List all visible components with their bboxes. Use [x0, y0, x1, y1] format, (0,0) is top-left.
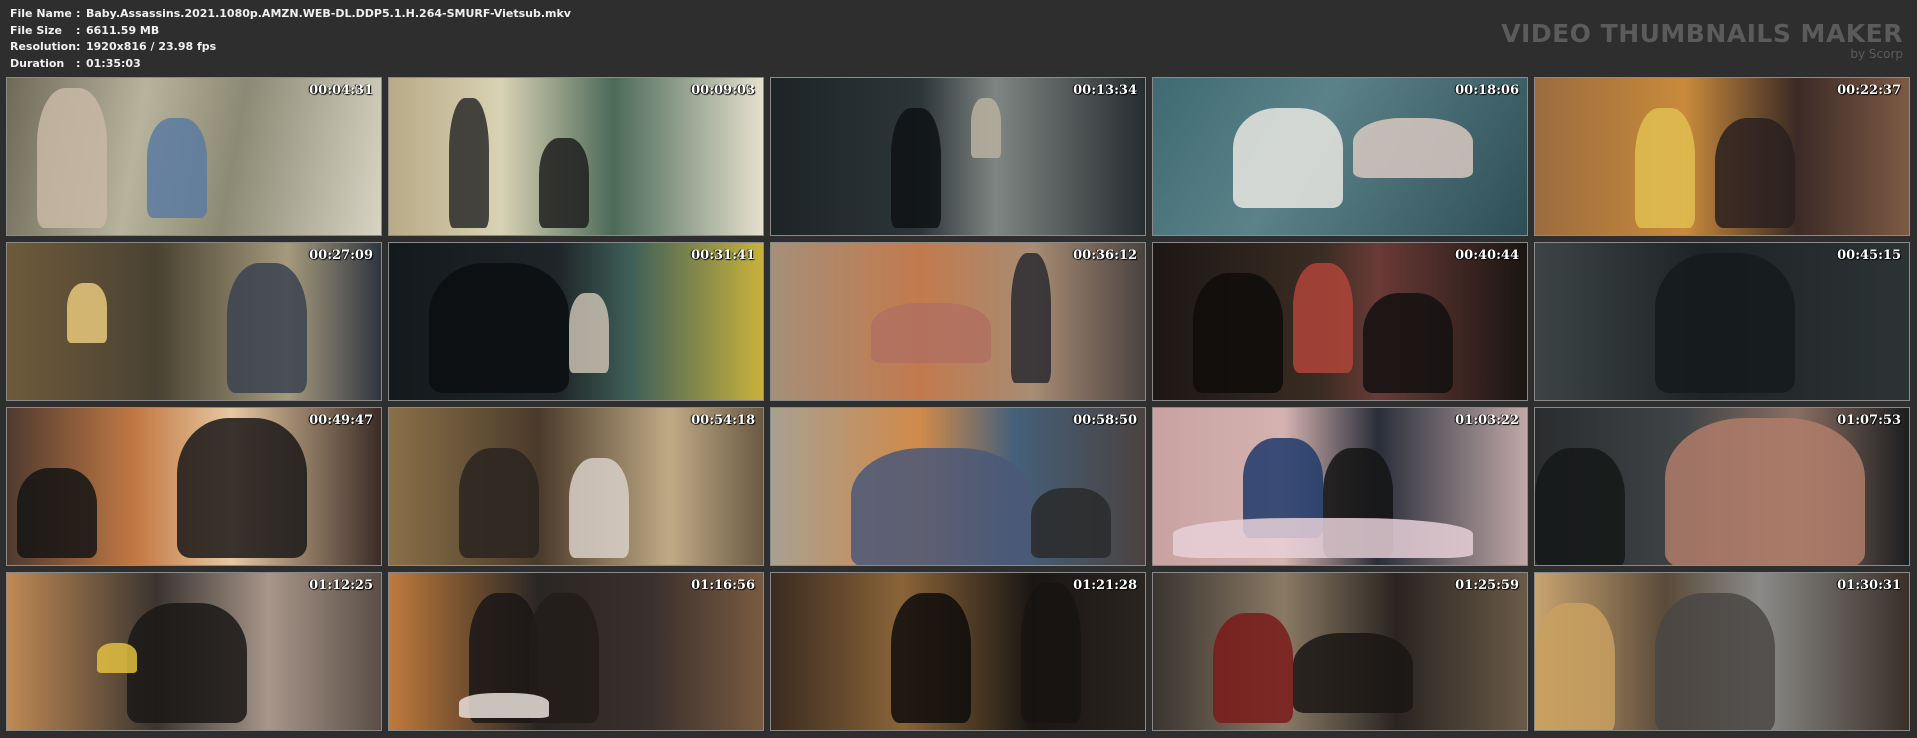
file-size-row: File Size : 6611.59 MB: [10, 23, 571, 40]
brand-subtitle: by Scorp: [1850, 47, 1903, 61]
thumbnail-frame[interactable]: 00:45:15: [1534, 242, 1910, 401]
frame-silhouette: [1535, 603, 1615, 730]
frame-silhouette: [851, 448, 1031, 565]
frame-silhouette: [429, 263, 569, 393]
frame-silhouette: [1715, 118, 1795, 228]
thumbnail-timestamp: 01:03:22: [1455, 413, 1519, 428]
brand-title: VIDEO THUMBNAILS MAKER: [1501, 19, 1903, 48]
thumbnail-frame[interactable]: 00:49:47: [6, 407, 382, 566]
thumbnail-timestamp: 00:22:37: [1837, 83, 1901, 98]
thumbnail-timestamp: 00:36:12: [1073, 248, 1137, 263]
frame-silhouette: [1655, 253, 1795, 393]
duration-value: 01:35:03: [86, 56, 141, 70]
frame-silhouette: [569, 293, 609, 373]
thumbnail-frame[interactable]: 00:40:44: [1152, 242, 1528, 401]
thumbnail-frame[interactable]: 00:13:34: [770, 77, 1146, 236]
thumbnail-frame[interactable]: 00:54:18: [388, 407, 764, 566]
resolution-value: 1920x816 / 23.98 fps: [86, 40, 217, 53]
frame-silhouette: [1031, 488, 1111, 558]
duration-row: Duration : 01:35:03: [10, 56, 571, 73]
thumbnail-frame[interactable]: 00:22:37: [1534, 77, 1910, 236]
thumbnail-frame[interactable]: 01:30:31: [1534, 572, 1910, 731]
thumbnail-timestamp: 01:07:53: [1837, 413, 1901, 428]
thumbnail-timestamp: 01:21:28: [1073, 578, 1137, 593]
resolution-row: Resolution : 1920x816 / 23.98 fps: [10, 39, 571, 56]
frame-silhouette: [147, 118, 207, 218]
frame-silhouette: [1213, 613, 1293, 723]
frame-silhouette: [971, 98, 1001, 158]
thumbnail-timestamp: 00:18:06: [1455, 83, 1519, 98]
thumbnail-timestamp: 00:49:47: [309, 413, 373, 428]
thumbnail-timestamp: 01:12:25: [309, 578, 373, 593]
frame-silhouette: [97, 643, 137, 673]
file-name-value: Baby.Assassins.2021.1080p.AMZN.WEB-DL.DD…: [86, 7, 571, 20]
thumbnail-timestamp: 00:13:34: [1073, 83, 1137, 98]
thumbnail-timestamp: 00:31:41: [691, 248, 755, 263]
thumbnail-frame[interactable]: 01:03:22: [1152, 407, 1528, 566]
file-size-value: 6611.59 MB: [86, 23, 160, 37]
frame-silhouette: [1635, 108, 1695, 228]
thumbnail-timestamp: 01:30:31: [1837, 578, 1901, 593]
frame-silhouette: [1011, 253, 1051, 383]
separator: :: [76, 40, 81, 53]
thumbnail-timestamp: 00:54:18: [691, 413, 755, 428]
thumbnail-frame[interactable]: 00:27:09: [6, 242, 382, 401]
frame-silhouette: [1535, 448, 1625, 565]
frame-silhouette: [1233, 108, 1343, 208]
file-info-panel: File Name : Baby.Assassins.2021.1080p.AM…: [10, 6, 571, 72]
frame-silhouette: [177, 418, 307, 558]
thumbnail-timestamp: 00:58:50: [1073, 413, 1137, 428]
frame-silhouette: [449, 98, 489, 228]
thumbnail-frame[interactable]: 00:09:03: [388, 77, 764, 236]
frame-silhouette: [539, 138, 589, 228]
thumbnail-frame[interactable]: 01:16:56: [388, 572, 764, 731]
frame-silhouette: [1021, 583, 1081, 723]
thumbnail-timestamp: 01:25:59: [1455, 578, 1519, 593]
separator: :: [76, 23, 81, 37]
file-size-label: File Size: [10, 23, 62, 37]
frame-silhouette: [891, 108, 941, 228]
file-name-row: File Name : Baby.Assassins.2021.1080p.AM…: [10, 6, 571, 23]
frame-silhouette: [1293, 633, 1413, 713]
thumbnail-frame[interactable]: 00:04:31: [6, 77, 382, 236]
thumbnail-frame[interactable]: 00:18:06: [1152, 77, 1528, 236]
frame-silhouette: [1293, 263, 1353, 373]
thumbnail-frame[interactable]: 01:12:25: [6, 572, 382, 731]
frame-silhouette: [67, 283, 107, 343]
duration-label: Duration: [10, 56, 65, 70]
file-name-label: File Name: [10, 7, 72, 20]
resolution-label: Resolution: [10, 40, 77, 53]
frame-silhouette: [37, 88, 107, 228]
frame-silhouette: [871, 303, 991, 363]
frame-silhouette: [127, 603, 247, 723]
separator: :: [76, 7, 81, 20]
thumbnail-timestamp: 00:40:44: [1455, 248, 1519, 263]
thumbnail-timestamp: 00:45:15: [1837, 248, 1901, 263]
thumbnail-frame[interactable]: 00:36:12: [770, 242, 1146, 401]
frame-silhouette: [17, 468, 97, 558]
thumbnail-timestamp: 01:16:56: [691, 578, 755, 593]
thumbnail-frame[interactable]: 00:58:50: [770, 407, 1146, 566]
frame-silhouette: [891, 593, 971, 723]
thumbnail-frame[interactable]: 00:31:41: [388, 242, 764, 401]
thumbnail-frame[interactable]: 01:07:53: [1534, 407, 1910, 566]
thumbnail-timestamp: 00:04:31: [309, 83, 373, 98]
thumbnail-frame[interactable]: 01:21:28: [770, 572, 1146, 731]
brand-watermark: VIDEO THUMBNAILS MAKER by Scorp: [1501, 19, 1903, 61]
frame-silhouette: [227, 263, 307, 393]
frame-silhouette: [569, 458, 629, 558]
separator: :: [76, 56, 81, 70]
frame-silhouette: [1665, 418, 1865, 565]
frame-silhouette: [459, 693, 549, 718]
frame-silhouette: [1655, 593, 1775, 730]
frame-silhouette: [459, 448, 539, 558]
frame-silhouette: [1173, 518, 1473, 558]
frame-silhouette: [1193, 273, 1283, 393]
thumbnail-timestamp: 00:27:09: [309, 248, 373, 263]
frame-silhouette: [1353, 118, 1473, 178]
thumbnail-frame[interactable]: 01:25:59: [1152, 572, 1528, 731]
frame-silhouette: [1363, 293, 1453, 393]
thumbnail-timestamp: 00:09:03: [691, 83, 755, 98]
thumbnail-grid: 00:04:31 00:09:03 00:13:34 00:18:06 00:22:37…: [6, 77, 1910, 731]
